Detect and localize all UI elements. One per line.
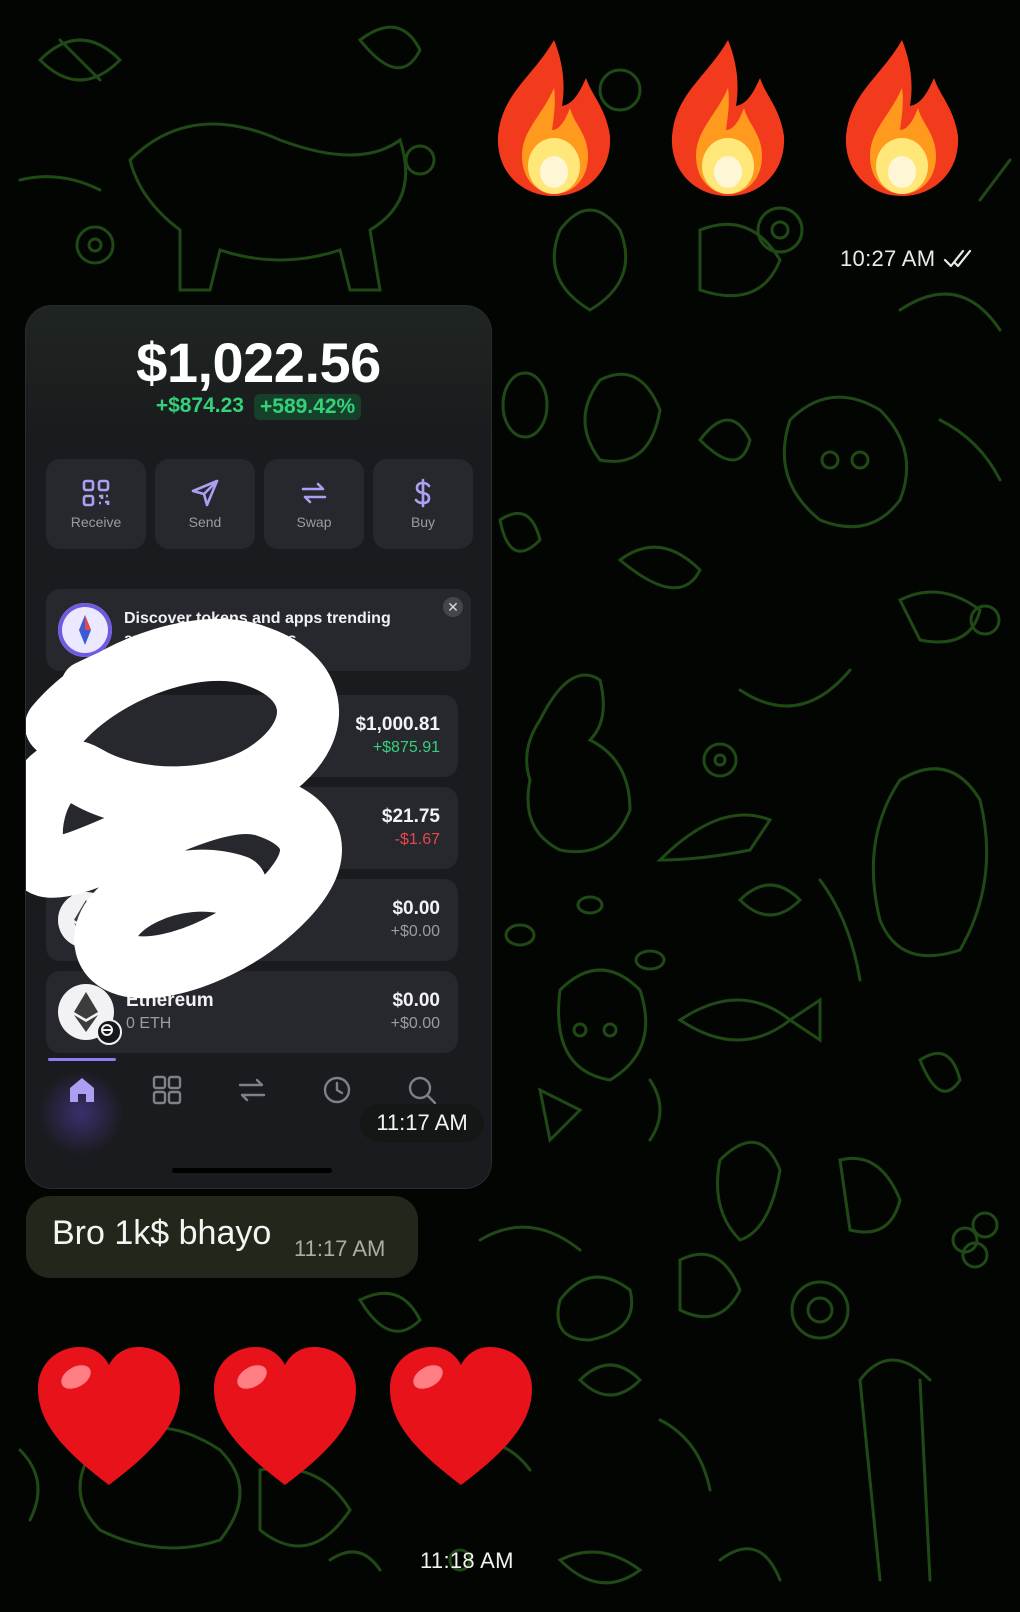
double-check-icon: [944, 249, 972, 268]
heart-emoji: [390, 1347, 532, 1485]
home-indicator: [172, 1168, 332, 1173]
message-bubble[interactable]: Bro 1k$ bhayo 11:17 AM: [26, 1196, 418, 1278]
heart-emoji-row: [34, 1343, 536, 1493]
message-time: 11:17 AM: [294, 1236, 386, 1261]
message-time: 10:27 AM: [840, 246, 936, 271]
history-icon[interactable]: [319, 1072, 355, 1108]
wallet-screenshot-image[interactable]: $1,022.56 +$874.23 +589.42% Receive Send…: [26, 306, 491, 1188]
image-message-time: 11:17 AM: [360, 1104, 484, 1142]
fire-emoji-row: [492, 38, 964, 198]
search-icon[interactable]: [404, 1072, 440, 1108]
nav-active-indicator: [48, 1058, 116, 1061]
heart-emoji: [38, 1347, 180, 1485]
fire-emoji: [671, 40, 785, 196]
grid-icon[interactable]: [149, 1072, 185, 1108]
fire-emoji: [497, 40, 611, 196]
message-text: Bro 1k$ bhayo: [52, 1214, 272, 1252]
redaction-scribble: [26, 618, 342, 999]
home-icon[interactable]: [64, 1072, 100, 1108]
swap-icon[interactable]: [234, 1072, 270, 1108]
message-time: 11:18 AM: [420, 1548, 514, 1573]
heart-emoji: [214, 1347, 356, 1485]
outgoing-message-meta: 10:27 AM: [840, 246, 973, 272]
fire-emoji: [845, 40, 959, 196]
